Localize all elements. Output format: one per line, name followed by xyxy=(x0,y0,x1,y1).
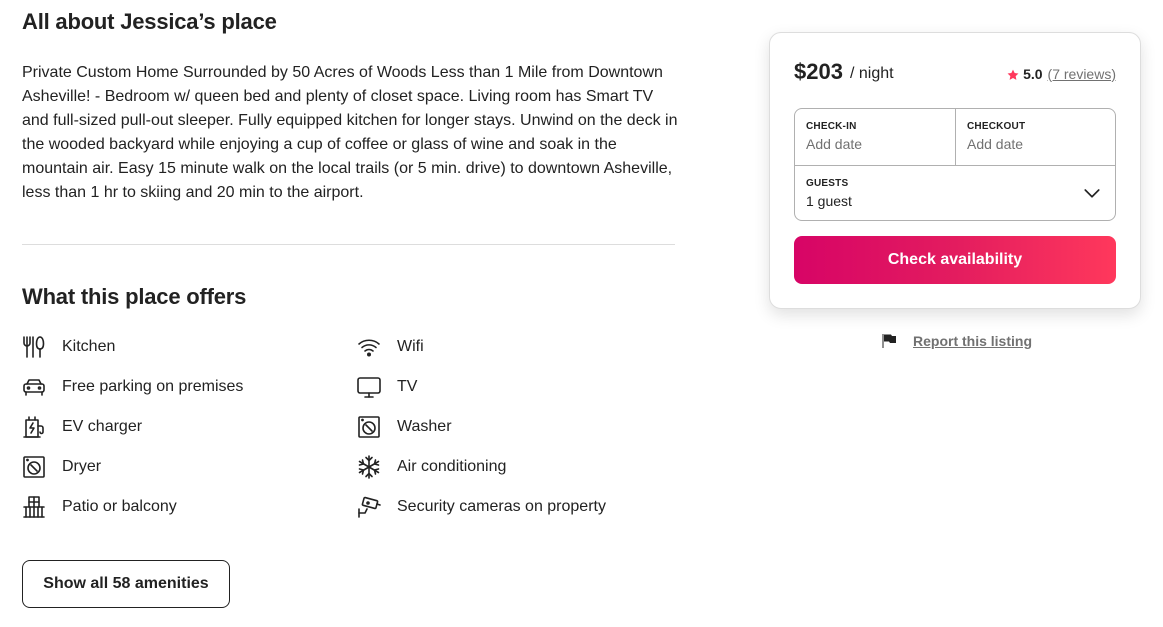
amenity-patio: Patio or balcony xyxy=(22,495,177,519)
amenity-parking: Free parking on premises xyxy=(22,375,243,399)
guests-label: GUESTS xyxy=(806,178,849,189)
car-icon xyxy=(22,375,46,399)
amenity-label: Patio or balcony xyxy=(62,498,177,515)
amenity-kitchen: Kitchen xyxy=(22,335,115,359)
checkin-value: Add date xyxy=(806,136,863,152)
wifi-icon xyxy=(357,335,381,359)
chevron-down-icon[interactable] xyxy=(1083,184,1101,202)
amenity-ev-charger: EV charger xyxy=(22,415,142,439)
amenity-label: Kitchen xyxy=(62,338,116,355)
guests-value: 1 guest xyxy=(806,193,852,209)
amenity-label: EV charger xyxy=(62,418,143,435)
guests-field[interactable]: GUESTS 1 guest xyxy=(795,166,1115,220)
dryer-icon xyxy=(22,455,46,479)
report-listing-link[interactable]: Report this listing xyxy=(913,333,1032,349)
amenity-label: Air conditioning xyxy=(397,458,507,475)
balcony-icon xyxy=(22,495,46,519)
amenity-dryer: Dryer xyxy=(22,455,101,479)
flag-icon xyxy=(881,333,897,349)
checkout-value: Add date xyxy=(967,136,1024,152)
rating-score: 5.0 xyxy=(1023,66,1043,82)
per-night-label: / night xyxy=(850,65,894,82)
booking-card: $203 / night 5.0 (7 reviews) CHECK-IN Ad… xyxy=(769,32,1141,309)
amenity-wifi: Wifi xyxy=(357,335,424,359)
about-description: Private Custom Home Surrounded by 50 Acr… xyxy=(22,64,678,201)
checkin-field[interactable]: CHECK-IN Add date xyxy=(795,109,955,165)
amenity-label: Dryer xyxy=(62,458,102,475)
ev-charger-icon xyxy=(22,415,46,439)
snowflake-icon xyxy=(357,455,381,479)
about-title: All about Jessica’s place xyxy=(22,9,277,34)
tv-icon xyxy=(357,375,381,399)
show-all-amenities-button[interactable]: Show all 58 amenities xyxy=(22,560,230,608)
report-listing[interactable]: Report this listing xyxy=(881,333,1032,349)
amenity-label: Washer xyxy=(397,418,452,435)
nightly-price: $203 xyxy=(794,59,843,84)
offers-title: What this place offers xyxy=(22,284,247,309)
amenity-washer: Washer xyxy=(357,415,452,439)
star-icon xyxy=(1007,68,1019,80)
checkin-label: CHECK-IN xyxy=(806,121,857,132)
rating: 5.0 (7 reviews) xyxy=(1007,66,1116,82)
amenity-tv: TV xyxy=(357,375,417,399)
amenity-label: Wifi xyxy=(397,338,424,355)
security-camera-icon xyxy=(357,495,381,519)
amenity-security-cameras: Security cameras on property xyxy=(357,495,606,519)
amenity-label: TV xyxy=(397,378,418,395)
section-divider xyxy=(22,244,675,245)
checkout-field[interactable]: CHECKOUT Add date xyxy=(956,109,1116,165)
kitchen-icon xyxy=(22,335,46,359)
amenity-label: Free parking on premises xyxy=(62,378,244,395)
check-availability-button[interactable]: Check availability xyxy=(794,236,1116,284)
amenity-air-conditioning: Air conditioning xyxy=(357,455,506,479)
date-guest-picker: CHECK-IN Add date CHECKOUT Add date GUES… xyxy=(794,108,1116,221)
checkout-label: CHECKOUT xyxy=(967,121,1026,132)
amenity-label: Security cameras on property xyxy=(397,498,606,515)
reviews-link[interactable]: (7 reviews) xyxy=(1048,66,1116,82)
washer-icon xyxy=(357,415,381,439)
